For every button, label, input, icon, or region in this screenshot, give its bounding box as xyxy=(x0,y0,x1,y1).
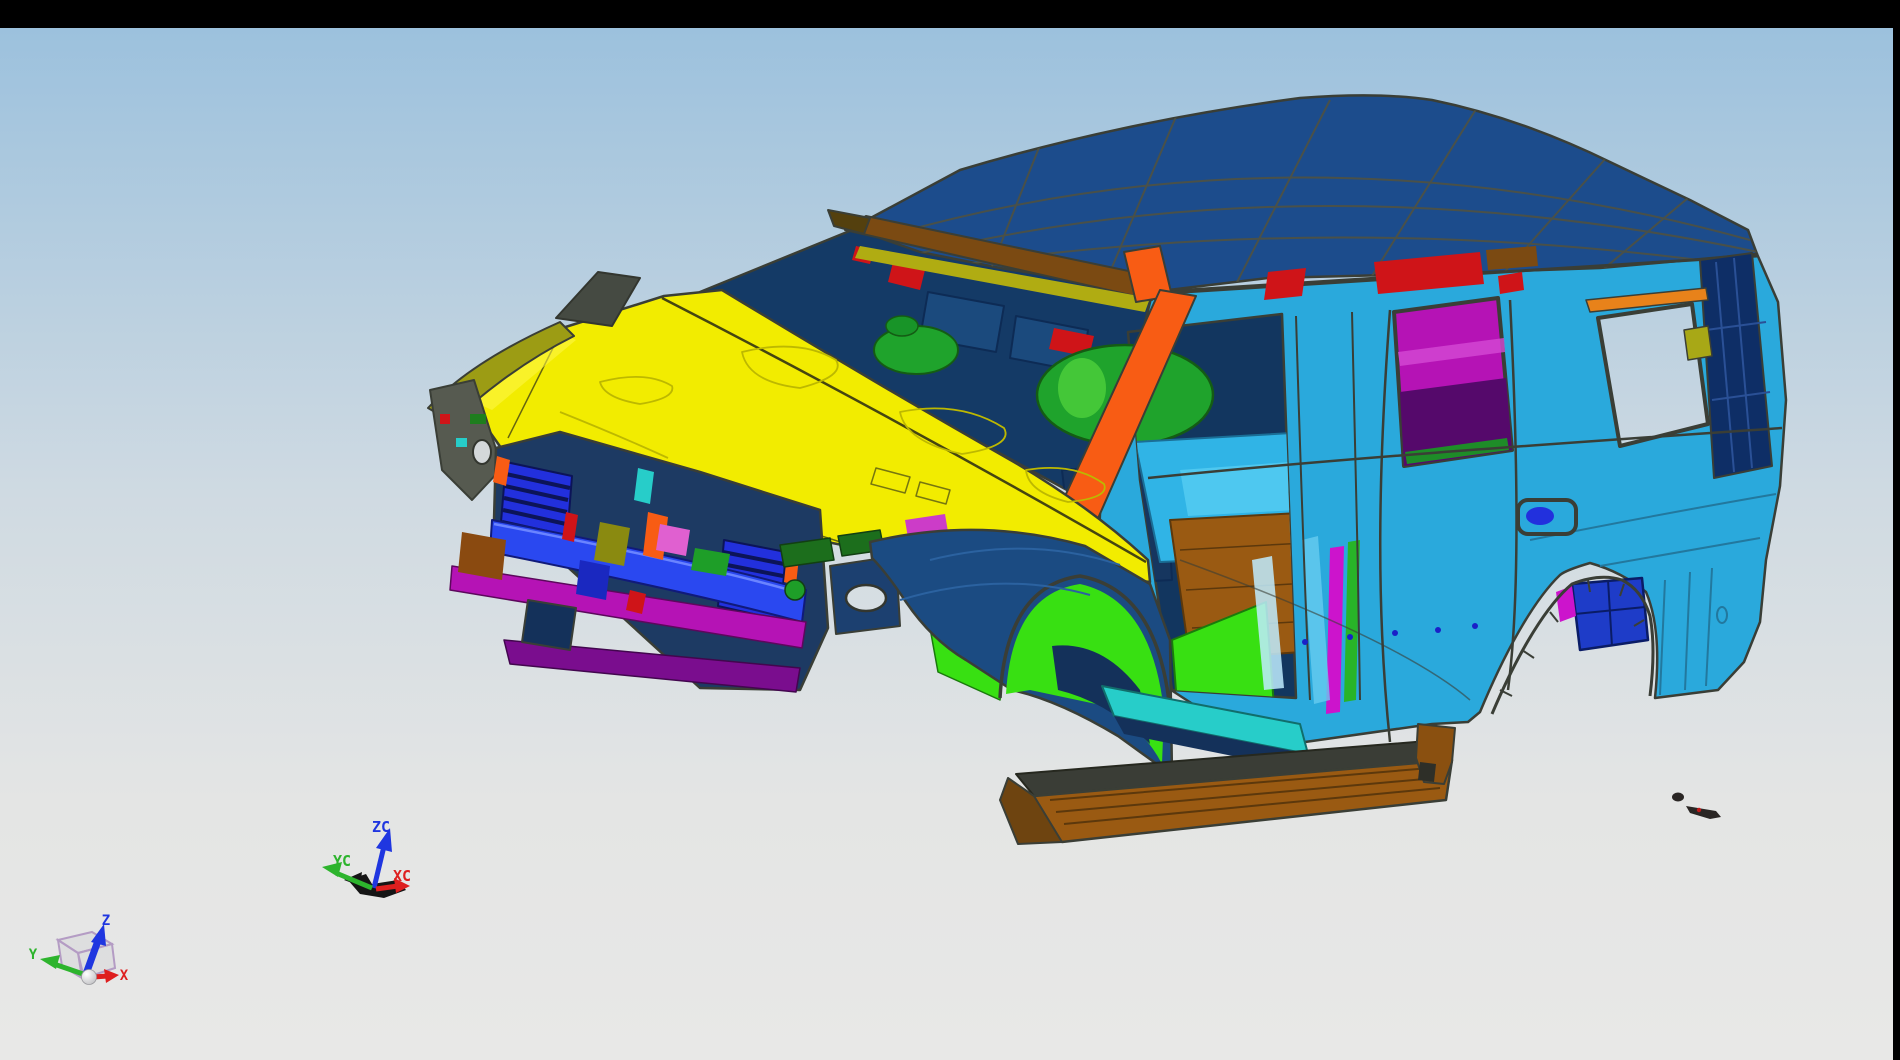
seat-headrest xyxy=(886,316,918,336)
cowl-green-knob xyxy=(785,580,805,600)
rail-brown-segment xyxy=(1486,246,1538,270)
wcs-y-label: YC xyxy=(333,852,351,870)
wcs-x-label: XC xyxy=(393,867,411,885)
front-seat-highlight xyxy=(1058,358,1106,418)
quarter-window-opening xyxy=(1598,304,1708,446)
view-origin-sphere xyxy=(82,970,97,985)
cad-viewport[interactable]: ZC YC XC Z Y X xyxy=(0,0,1900,1060)
wcs-z-label: ZC xyxy=(372,818,390,836)
door-handle-blue xyxy=(1526,507,1554,525)
view-x-label: X xyxy=(120,968,129,984)
air-deflector-box xyxy=(522,600,576,650)
view-z-label: Z xyxy=(102,913,110,929)
right-edge-bar xyxy=(1893,0,1900,1060)
rear-seat xyxy=(874,326,958,374)
sill-bracket-feet xyxy=(1418,762,1436,782)
view-y-label: Y xyxy=(29,947,38,963)
cowl-side-hole xyxy=(473,440,491,464)
shotgun-hole xyxy=(846,585,886,611)
viewport-canvas[interactable]: ZC YC XC Z Y X xyxy=(0,0,1900,1060)
quarter-window-bracket-olive xyxy=(1684,326,1712,360)
title-bar xyxy=(0,0,1900,28)
wcs-x-axis[interactable] xyxy=(376,886,398,889)
